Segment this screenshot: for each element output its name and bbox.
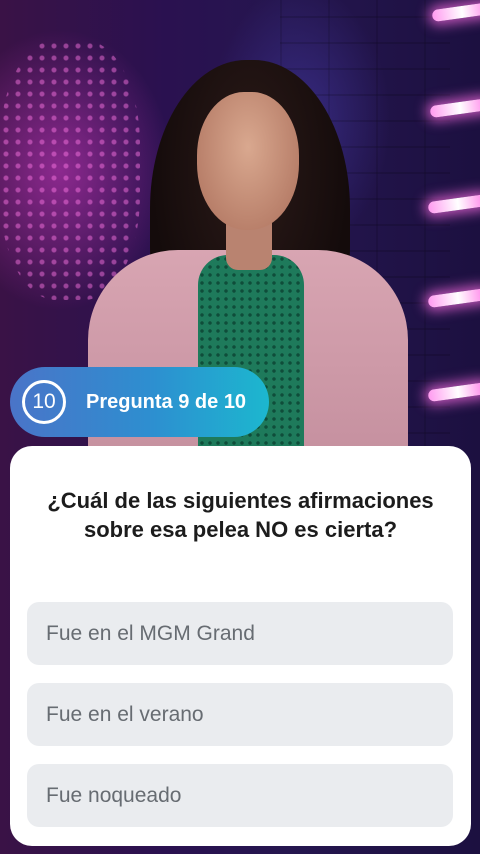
answer-option-3[interactable]: Fue noqueado [27,764,453,827]
answer-option-label: Fue noqueado [46,783,182,807]
presenter-face [197,92,299,230]
question-counter: 10 Pregunta 9 de 10 [10,367,269,437]
question-progress-label: Pregunta 9 de 10 [86,390,247,413]
answer-option-label: Fue en el verano [46,702,204,726]
answer-option-label: Fue en el MGM Grand [46,621,255,645]
question-text: ¿Cuál de las siguientes afirmaciones sob… [47,488,434,542]
answer-option-1[interactable]: Fue en el MGM Grand [27,602,453,665]
question-card: ¿Cuál de las siguientes afirmaciones sob… [10,446,471,846]
answer-option-2[interactable]: Fue en el verano [27,683,453,746]
quiz-screen: 10 Pregunta 9 de 10 ¿Cuál de las siguien… [0,0,480,854]
countdown-timer: 10 [22,380,66,424]
